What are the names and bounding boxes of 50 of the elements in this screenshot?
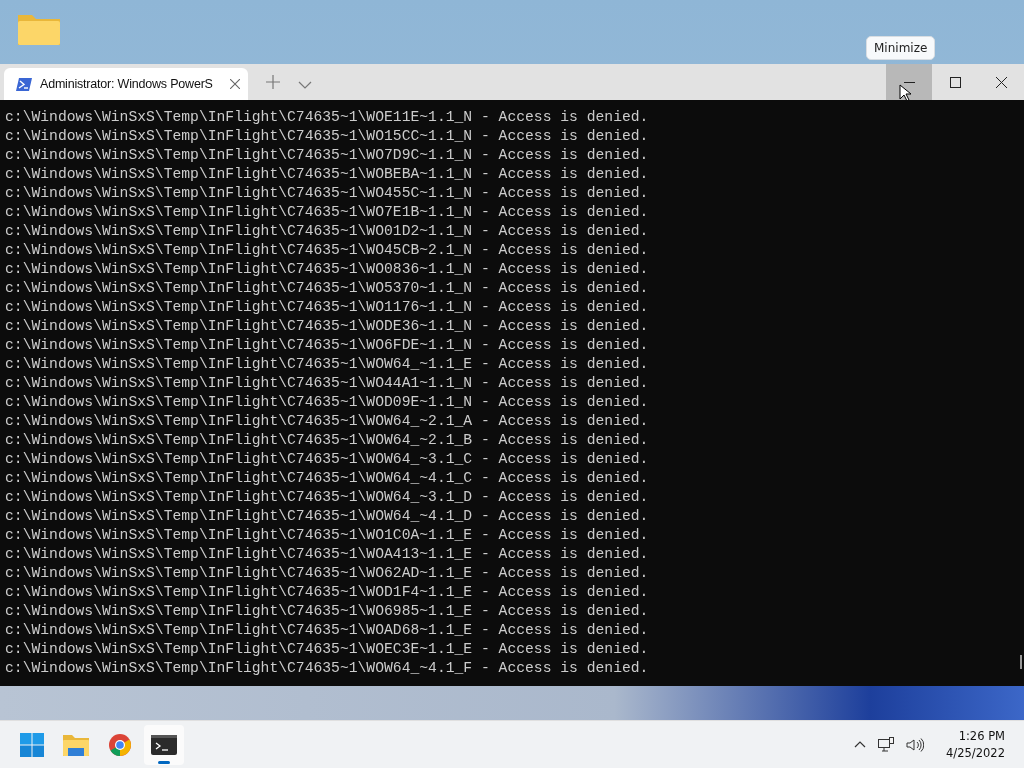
terminal-icon xyxy=(151,734,177,755)
terminal-line: c:\Windows\WinSxS\Temp\InFlight\C74635~1\WO6FDE~1.1_N - Access is denied. xyxy=(5,336,649,355)
minimize-button[interactable] xyxy=(886,64,932,100)
close-icon[interactable] xyxy=(230,79,240,89)
terminal-line: c:\Windows\WinSxS\Temp\InFlight\C74635~1\WOAD68~1.1_E - Access is denied. xyxy=(5,621,649,640)
terminal-line: c:\Windows\WinSxS\Temp\InFlight\C74635~1\WO455C~1.1_N - Access is denied. xyxy=(5,184,649,203)
terminal-line: c:\Windows\WinSxS\Temp\InFlight\C74635~1\WOW64_~3.1_C - Access is denied. xyxy=(5,450,649,469)
terminal-line: c:\Windows\WinSxS\Temp\InFlight\C74635~1\WOEC3E~1.1_E - Access is denied. xyxy=(5,640,649,659)
chevron-up-icon[interactable] xyxy=(854,741,867,748)
terminal-line: c:\Windows\WinSxS\Temp\InFlight\C74635~1\WOA413~1.1_E - Access is denied. xyxy=(5,545,649,564)
terminal-line: c:\Windows\WinSxS\Temp\InFlight\C74635~1\WO44A1~1.1_N - Access is denied. xyxy=(5,374,649,393)
terminal-line: c:\Windows\WinSxS\Temp\InFlight\C74635~1\WO6985~1.1_E - Access is denied. xyxy=(5,602,649,621)
terminal-tab[interactable]: Administrator: Windows PowerS xyxy=(4,68,248,100)
terminal-line: c:\Windows\WinSxS\Temp\InFlight\C74635~1\WOBEBA~1.1_N - Access is denied. xyxy=(5,165,649,184)
terminal-line: c:\Windows\WinSxS\Temp\InFlight\C74635~1\WO1176~1.1_N - Access is denied. xyxy=(5,298,649,317)
terminal-line: c:\Windows\WinSxS\Temp\InFlight\C74635~1\WOW64_~3.1_D - Access is denied. xyxy=(5,488,649,507)
speaker-icon[interactable] xyxy=(906,737,925,752)
terminal-line: c:\Windows\WinSxS\Temp\InFlight\C74635~1\WO7E1B~1.1_N - Access is denied. xyxy=(5,203,649,222)
terminal-line: c:\Windows\WinSxS\Temp\InFlight\C74635~1\WODE36~1.1_N - Access is denied. xyxy=(5,317,649,336)
folder-icon xyxy=(63,733,89,756)
terminal-line: c:\Windows\WinSxS\Temp\InFlight\C74635~1\WO0836~1.1_N - Access is denied. xyxy=(5,260,649,279)
clock-date[interactable]: 4/25/2022 xyxy=(946,744,1005,762)
windows-logo-icon xyxy=(20,732,44,757)
network-icon[interactable] xyxy=(878,737,895,752)
terminal-line: c:\Windows\WinSxS\Temp\InFlight\C74635~1\WOW64_~4.1_C - Access is denied. xyxy=(5,469,649,488)
terminal-line: c:\Windows\WinSxS\Temp\InFlight\C74635~1\WO7D9C~1.1_N - Access is denied. xyxy=(5,146,649,165)
powershell-icon xyxy=(16,77,32,91)
terminal-line: c:\Windows\WinSxS\Temp\InFlight\C74635~1\WOW64_~4.1_D - Access is denied. xyxy=(5,507,649,526)
terminal-line: c:\Windows\WinSxS\Temp\InFlight\C74635~1\WOW64_~4.1_F - Access is denied. xyxy=(5,659,649,678)
terminal-line: c:\Windows\WinSxS\Temp\InFlight\C74635~1\WOW64_~2.1_B - Access is denied. xyxy=(5,431,649,450)
plus-icon[interactable] xyxy=(266,75,280,89)
close-icon xyxy=(995,76,1007,88)
terminal-line: c:\Windows\WinSxS\Temp\InFlight\C74635~1\WO45CB~2.1_N - Access is denied. xyxy=(5,241,649,260)
scrollbar-thumb[interactable] xyxy=(1020,655,1022,669)
terminal-line: c:\Windows\WinSxS\Temp\InFlight\C74635~1\WO5370~1.1_N - Access is denied. xyxy=(5,279,649,298)
terminal-line: c:\Windows\WinSxS\Temp\InFlight\C74635~1\WOE11E~1.1_N - Access is denied. xyxy=(5,108,649,127)
terminal-taskbar-button[interactable] xyxy=(144,724,184,765)
terminal-line: c:\Windows\WinSxS\Temp\InFlight\C74635~1\WO1C0A~1.1_E - Access is denied. xyxy=(5,526,649,545)
terminal-line: c:\Windows\WinSxS\Temp\InFlight\C74635~1\WOD09E~1.1_N - Access is denied. xyxy=(5,393,649,412)
terminal-line: c:\Windows\WinSxS\Temp\InFlight\C74635~1\WOW64_~1.1_E - Access is denied. xyxy=(5,355,649,374)
terminal-line: c:\Windows\WinSxS\Temp\InFlight\C74635~1\WO15CC~1.1_N - Access is denied. xyxy=(5,127,649,146)
terminal-line: c:\Windows\WinSxS\Temp\InFlight\C74635~1\WOD1F4~1.1_E - Access is denied. xyxy=(5,583,649,602)
terminal-line: c:\Windows\WinSxS\Temp\InFlight\C74635~1\WO01D2~1.1_N - Access is denied. xyxy=(5,222,649,241)
maximize-icon xyxy=(949,76,961,88)
terminal-line: c:\Windows\WinSxS\Temp\InFlight\C74635~1\WOW64_~2.1_A - Access is denied. xyxy=(5,412,649,431)
tooltip: Minimize xyxy=(866,36,936,60)
terminal-line: c:\Windows\WinSxS\Temp\InFlight\C74635~1\WO62AD~1.1_E - Access is denied. xyxy=(5,564,649,583)
chevron-down-icon[interactable] xyxy=(298,81,312,89)
clock-time[interactable]: 1:26 PM xyxy=(958,727,1005,745)
browser-icon xyxy=(108,732,132,757)
